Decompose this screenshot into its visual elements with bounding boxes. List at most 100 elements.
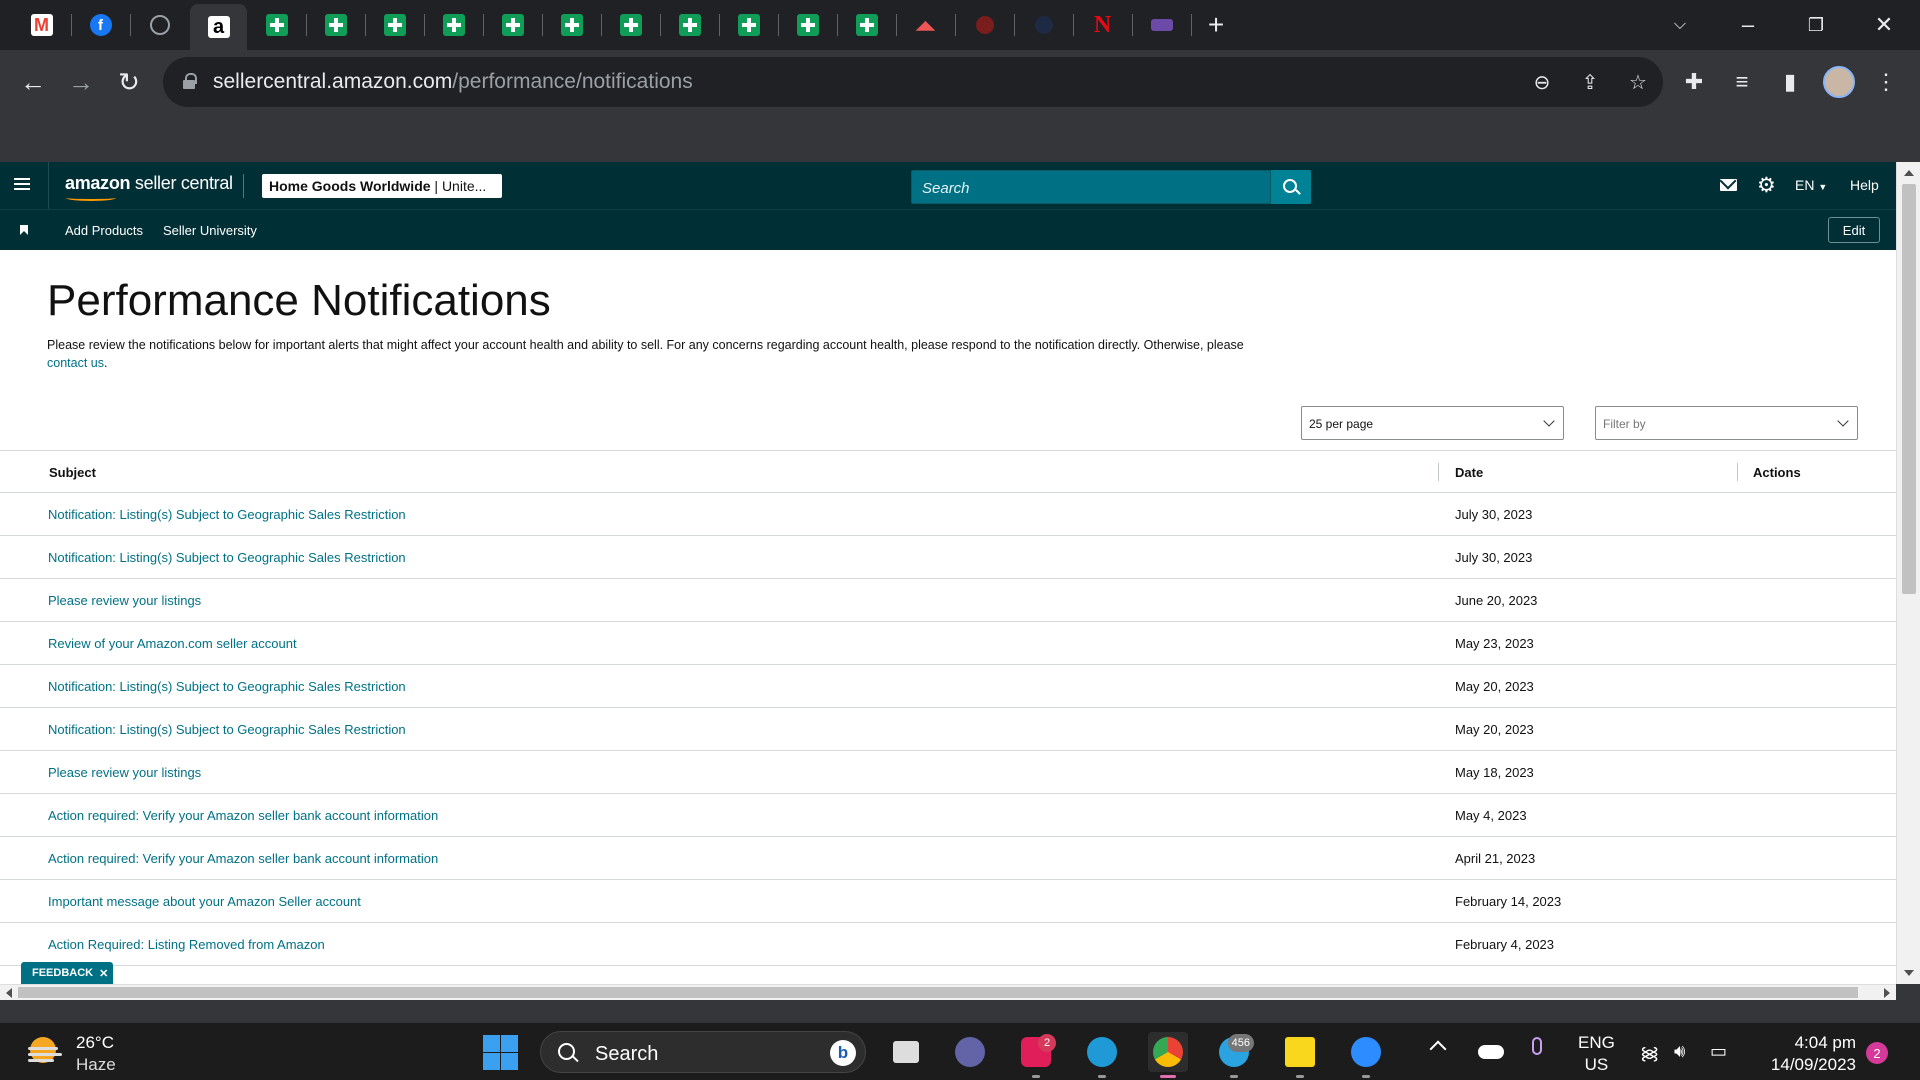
url-text[interactable]: sellercentral.amazon.com/performance/not… xyxy=(213,70,693,94)
notification-subject-link[interactable]: Important message about your Amazon Sell… xyxy=(48,894,361,909)
notification-subject-link[interactable]: Please review your listings xyxy=(48,593,201,608)
scrollbar-thumb[interactable] xyxy=(1902,184,1916,594)
weather-condition[interactable]: Haze xyxy=(76,1055,116,1075)
tab-globe[interactable] xyxy=(131,5,188,45)
gear-icon[interactable]: ⚙ xyxy=(1757,173,1776,198)
search-input[interactable]: Search xyxy=(911,170,1271,204)
tab-sheets-4[interactable] xyxy=(425,5,482,45)
contact-us-link[interactable]: contact us xyxy=(47,356,104,370)
tab-sheets-9[interactable] xyxy=(720,5,777,45)
taskbar-search[interactable]: Search b xyxy=(540,1031,866,1073)
zoom-icon[interactable] xyxy=(1346,1032,1386,1078)
horizontal-scrollbar[interactable] xyxy=(0,984,1896,1000)
tab-flag-site[interactable] xyxy=(1133,5,1190,45)
scroll-left-icon[interactable] xyxy=(6,988,12,998)
help-link[interactable]: Help xyxy=(1850,177,1879,193)
telegram-icon[interactable]: 456 xyxy=(1214,1032,1254,1078)
system-clock[interactable]: 4:04 pm 14/09/2023 xyxy=(1756,1032,1856,1076)
volume-icon[interactable]: 🔊︎ xyxy=(1674,1041,1685,1062)
tab-sheets-1[interactable] xyxy=(248,5,305,45)
minimize-button[interactable]: – xyxy=(1730,8,1766,42)
input-language[interactable]: ENG US xyxy=(1578,1032,1615,1076)
hamburger-menu-icon[interactable] xyxy=(14,175,34,195)
language-selector[interactable]: EN ▼ xyxy=(1795,177,1827,193)
zoom-out-icon[interactable]: ⊖ xyxy=(1529,69,1555,95)
new-tab-button[interactable]: + xyxy=(1198,8,1234,42)
profile-avatar[interactable] xyxy=(1823,66,1855,98)
filter-by-select[interactable]: Filter by xyxy=(1595,406,1858,440)
tab-sheets-6[interactable] xyxy=(543,5,600,45)
column-subject[interactable]: Subject xyxy=(49,465,96,480)
nav-seller-university[interactable]: Seller University xyxy=(163,223,257,238)
forward-button[interactable]: → xyxy=(63,64,99,100)
tab-sheets-5[interactable] xyxy=(484,5,541,45)
notification-subject-link[interactable]: Notification: Listing(s) Subject to Geog… xyxy=(48,722,406,737)
nav-add-products[interactable]: Add Products xyxy=(65,223,143,238)
reload-button[interactable]: ↻ xyxy=(111,64,147,100)
weather-temperature[interactable]: 26°C xyxy=(76,1033,114,1053)
tab-facebook[interactable]: f xyxy=(72,5,129,45)
chrome-menu-icon[interactable]: ⋮ xyxy=(1870,66,1902,98)
sticky-notes-icon[interactable] xyxy=(1280,1032,1320,1078)
notification-subject-link[interactable]: Action required: Verify your Amazon sell… xyxy=(48,808,438,823)
teams-chat-icon[interactable] xyxy=(950,1032,990,1072)
seller-central-logo[interactable]: amazon seller central xyxy=(65,173,233,194)
notification-badge[interactable]: 2 xyxy=(1866,1042,1888,1064)
search-button[interactable] xyxy=(1271,170,1311,204)
notification-subject-link[interactable]: Review of your Amazon.com seller account xyxy=(48,636,297,651)
microphone-icon[interactable] xyxy=(1532,1037,1542,1055)
notification-subject-link[interactable]: Notification: Listing(s) Subject to Geog… xyxy=(48,679,406,694)
edge-icon[interactable] xyxy=(1082,1032,1122,1078)
tab-red-site[interactable] xyxy=(956,5,1013,45)
tab-sheets-2[interactable] xyxy=(307,5,364,45)
restore-button[interactable]: ❐ xyxy=(1798,8,1834,42)
scroll-down-icon[interactable] xyxy=(1904,970,1914,976)
tab-chart[interactable]: ◢◣ xyxy=(897,5,954,45)
scroll-right-icon[interactable] xyxy=(1884,988,1890,998)
share-icon[interactable]: ⇪ xyxy=(1577,69,1603,95)
bookmark-star-icon[interactable]: ☆ xyxy=(1625,69,1651,95)
media-queue-icon[interactable]: ≡ xyxy=(1726,66,1758,98)
weather-icon[interactable] xyxy=(28,1037,62,1067)
tab-sheets-11[interactable] xyxy=(838,5,895,45)
back-button[interactable]: ← xyxy=(15,64,51,100)
account-switcher[interactable]: Home Goods Worldwide | Unite... xyxy=(262,174,502,198)
chrome-icon[interactable] xyxy=(1148,1032,1188,1078)
close-window-button[interactable]: ✕ xyxy=(1866,8,1902,42)
per-page-select[interactable]: 25 per page xyxy=(1301,406,1564,440)
tab-dark-site[interactable] xyxy=(1015,5,1072,45)
column-date[interactable]: Date xyxy=(1455,465,1483,480)
battery-icon[interactable]: ▭ xyxy=(1710,1041,1727,1062)
chevron-up-icon[interactable] xyxy=(1429,1040,1447,1058)
lock-icon[interactable] xyxy=(183,73,197,89)
tab-search-chevron-icon[interactable]: ⌵ xyxy=(1662,8,1698,42)
bing-icon[interactable]: b xyxy=(830,1040,856,1066)
notification-subject-link[interactable]: Action required: Verify your Amazon sell… xyxy=(48,851,438,866)
scroll-up-icon[interactable] xyxy=(1904,170,1914,176)
tab-sheets-3[interactable] xyxy=(366,5,423,45)
tab-sheets-7[interactable] xyxy=(602,5,659,45)
slack-icon[interactable]: 2 xyxy=(1016,1032,1056,1078)
notification-subject-link[interactable]: Notification: Listing(s) Subject to Geog… xyxy=(48,550,406,565)
notification-subject-link[interactable]: Notification: Listing(s) Subject to Geog… xyxy=(48,507,406,522)
mail-icon[interactable] xyxy=(1720,179,1737,191)
tab-sheets-10[interactable] xyxy=(779,5,836,45)
tab-sheets-8[interactable] xyxy=(661,5,718,45)
windows-start-icon[interactable] xyxy=(480,1032,520,1072)
tab-amazon-active[interactable]: a xyxy=(190,4,247,50)
task-view-icon[interactable] xyxy=(886,1032,926,1072)
side-panel-icon[interactable]: ▮ xyxy=(1774,66,1806,98)
onedrive-cloud-icon[interactable] xyxy=(1478,1045,1504,1059)
notification-subject-link[interactable]: Please review your listings xyxy=(48,765,201,780)
tab-gmail[interactable]: M xyxy=(13,5,70,45)
notification-subject-link[interactable]: Action Required: Listing Removed from Am… xyxy=(48,937,325,952)
bookmark-icon[interactable] xyxy=(20,225,28,235)
close-icon[interactable]: ✕ xyxy=(99,967,108,980)
extensions-puzzle-icon[interactable]: ✚ xyxy=(1678,66,1710,98)
tab-netflix[interactable]: N xyxy=(1074,5,1131,45)
scrollbar-thumb[interactable] xyxy=(18,987,1858,998)
vertical-scrollbar[interactable] xyxy=(1896,162,1920,984)
feedback-tab[interactable]: FEEDBACK ✕ xyxy=(21,962,113,984)
address-bar[interactable]: sellercentral.amazon.com/performance/not… xyxy=(163,57,1663,107)
edit-button[interactable]: Edit xyxy=(1828,217,1880,243)
